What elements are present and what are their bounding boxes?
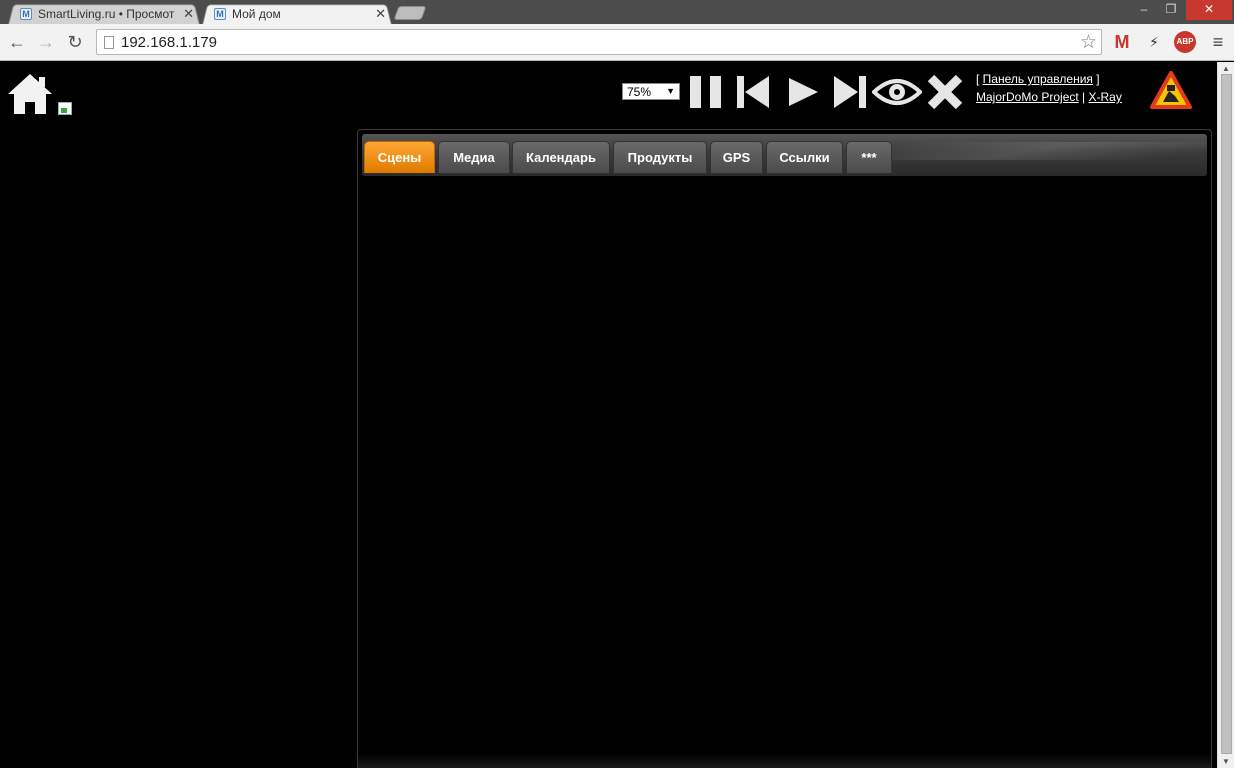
new-tab-button[interactable] — [393, 6, 427, 20]
lightning-icon[interactable]: ⚡ — [1144, 32, 1164, 52]
play-icon[interactable] — [786, 74, 822, 110]
url-input[interactable] — [121, 33, 1071, 51]
browser-tab-title: SmartLiving.ru • Просмот — [38, 7, 175, 21]
scroll-down-icon[interactable]: ▼ — [1222, 757, 1230, 766]
scroll-up-icon[interactable]: ▲ — [1222, 64, 1230, 73]
page-icon — [104, 36, 114, 49]
browser-menu-icon[interactable]: ≡ — [1208, 32, 1228, 52]
panel-footer-shade — [358, 754, 1211, 768]
gmail-icon[interactable]: M — [1112, 32, 1132, 52]
tab-products[interactable]: Продукты — [613, 141, 707, 173]
zoom-select[interactable]: 75% ▼ — [622, 83, 680, 100]
tab-links[interactable]: Ссылки — [766, 141, 843, 173]
stop-icon[interactable] — [926, 74, 964, 110]
adblock-icon[interactable]: ABP — [1174, 31, 1196, 53]
close-tab-icon[interactable]: ✕ — [183, 6, 194, 22]
home-icon[interactable] — [6, 72, 54, 116]
pause-icon[interactable] — [688, 74, 724, 110]
back-icon[interactable]: ← — [7, 32, 27, 52]
previous-icon[interactable] — [736, 74, 772, 110]
header-links: [ Панель управления ] MajorDoMo Project … — [976, 72, 1122, 104]
eye-icon[interactable] — [872, 74, 922, 110]
tab-more[interactable]: *** — [846, 141, 892, 173]
browser-tabstrip: M SmartLiving.ru • Просмот ✕ M Мой дом ✕… — [0, 0, 1234, 26]
majordomo-favicon-icon: M — [214, 8, 226, 20]
control-panel-link[interactable]: Панель управления — [983, 72, 1093, 86]
scrollbar-thumb[interactable] — [1221, 74, 1232, 754]
browser-tab-my-home[interactable]: M Мой дом ✕ — [202, 3, 392, 26]
next-icon[interactable] — [832, 74, 868, 110]
xray-link[interactable]: X-Ray — [1089, 90, 1122, 104]
tab-calendar[interactable]: Календарь — [512, 141, 610, 173]
tab-scenes[interactable]: Сцены — [364, 141, 435, 173]
address-bar[interactable]: ☆ — [96, 29, 1102, 55]
forward-icon[interactable]: → — [36, 32, 56, 52]
chevron-down-icon: ▼ — [666, 86, 675, 96]
majordomo-project-link[interactable]: MajorDoMo Project — [976, 90, 1079, 104]
document-icon[interactable] — [58, 102, 72, 115]
majordomo-favicon-icon: M — [20, 8, 32, 20]
zoom-value: 75% — [627, 85, 652, 99]
close-window-button[interactable]: ✕ — [1186, 0, 1232, 20]
close-tab-icon[interactable]: ✕ — [375, 6, 386, 22]
browser-toolbar: ← → ↻ ☆ M ⚡ ABP ≡ — [0, 24, 1234, 61]
vertical-scrollbar[interactable]: ▲ ▼ — [1217, 62, 1234, 768]
page-viewport: 75% ▼ [ Панель управления ] MajorDoMo Pr… — [0, 62, 1217, 768]
tab-bar: Сцены Медиа Календарь Продукты GPS Ссылк… — [362, 134, 1207, 176]
browser-tab-smartliving[interactable]: M SmartLiving.ru • Просмот ✕ — [8, 3, 200, 26]
tabs-panel: Сцены Медиа Календарь Продукты GPS Ссылк… — [357, 129, 1212, 768]
reload-icon[interactable]: ↻ — [65, 32, 85, 52]
maximize-button[interactable]: ❐ — [1158, 0, 1184, 20]
warning-icon[interactable] — [1150, 71, 1192, 109]
tab-gps[interactable]: GPS — [710, 141, 763, 173]
minimize-button[interactable]: ‒ — [1132, 0, 1156, 20]
bookmark-star-icon[interactable]: ☆ — [1080, 31, 1097, 54]
browser-tab-title: Мой дом — [232, 7, 281, 21]
tab-media[interactable]: Медиа — [438, 141, 510, 173]
